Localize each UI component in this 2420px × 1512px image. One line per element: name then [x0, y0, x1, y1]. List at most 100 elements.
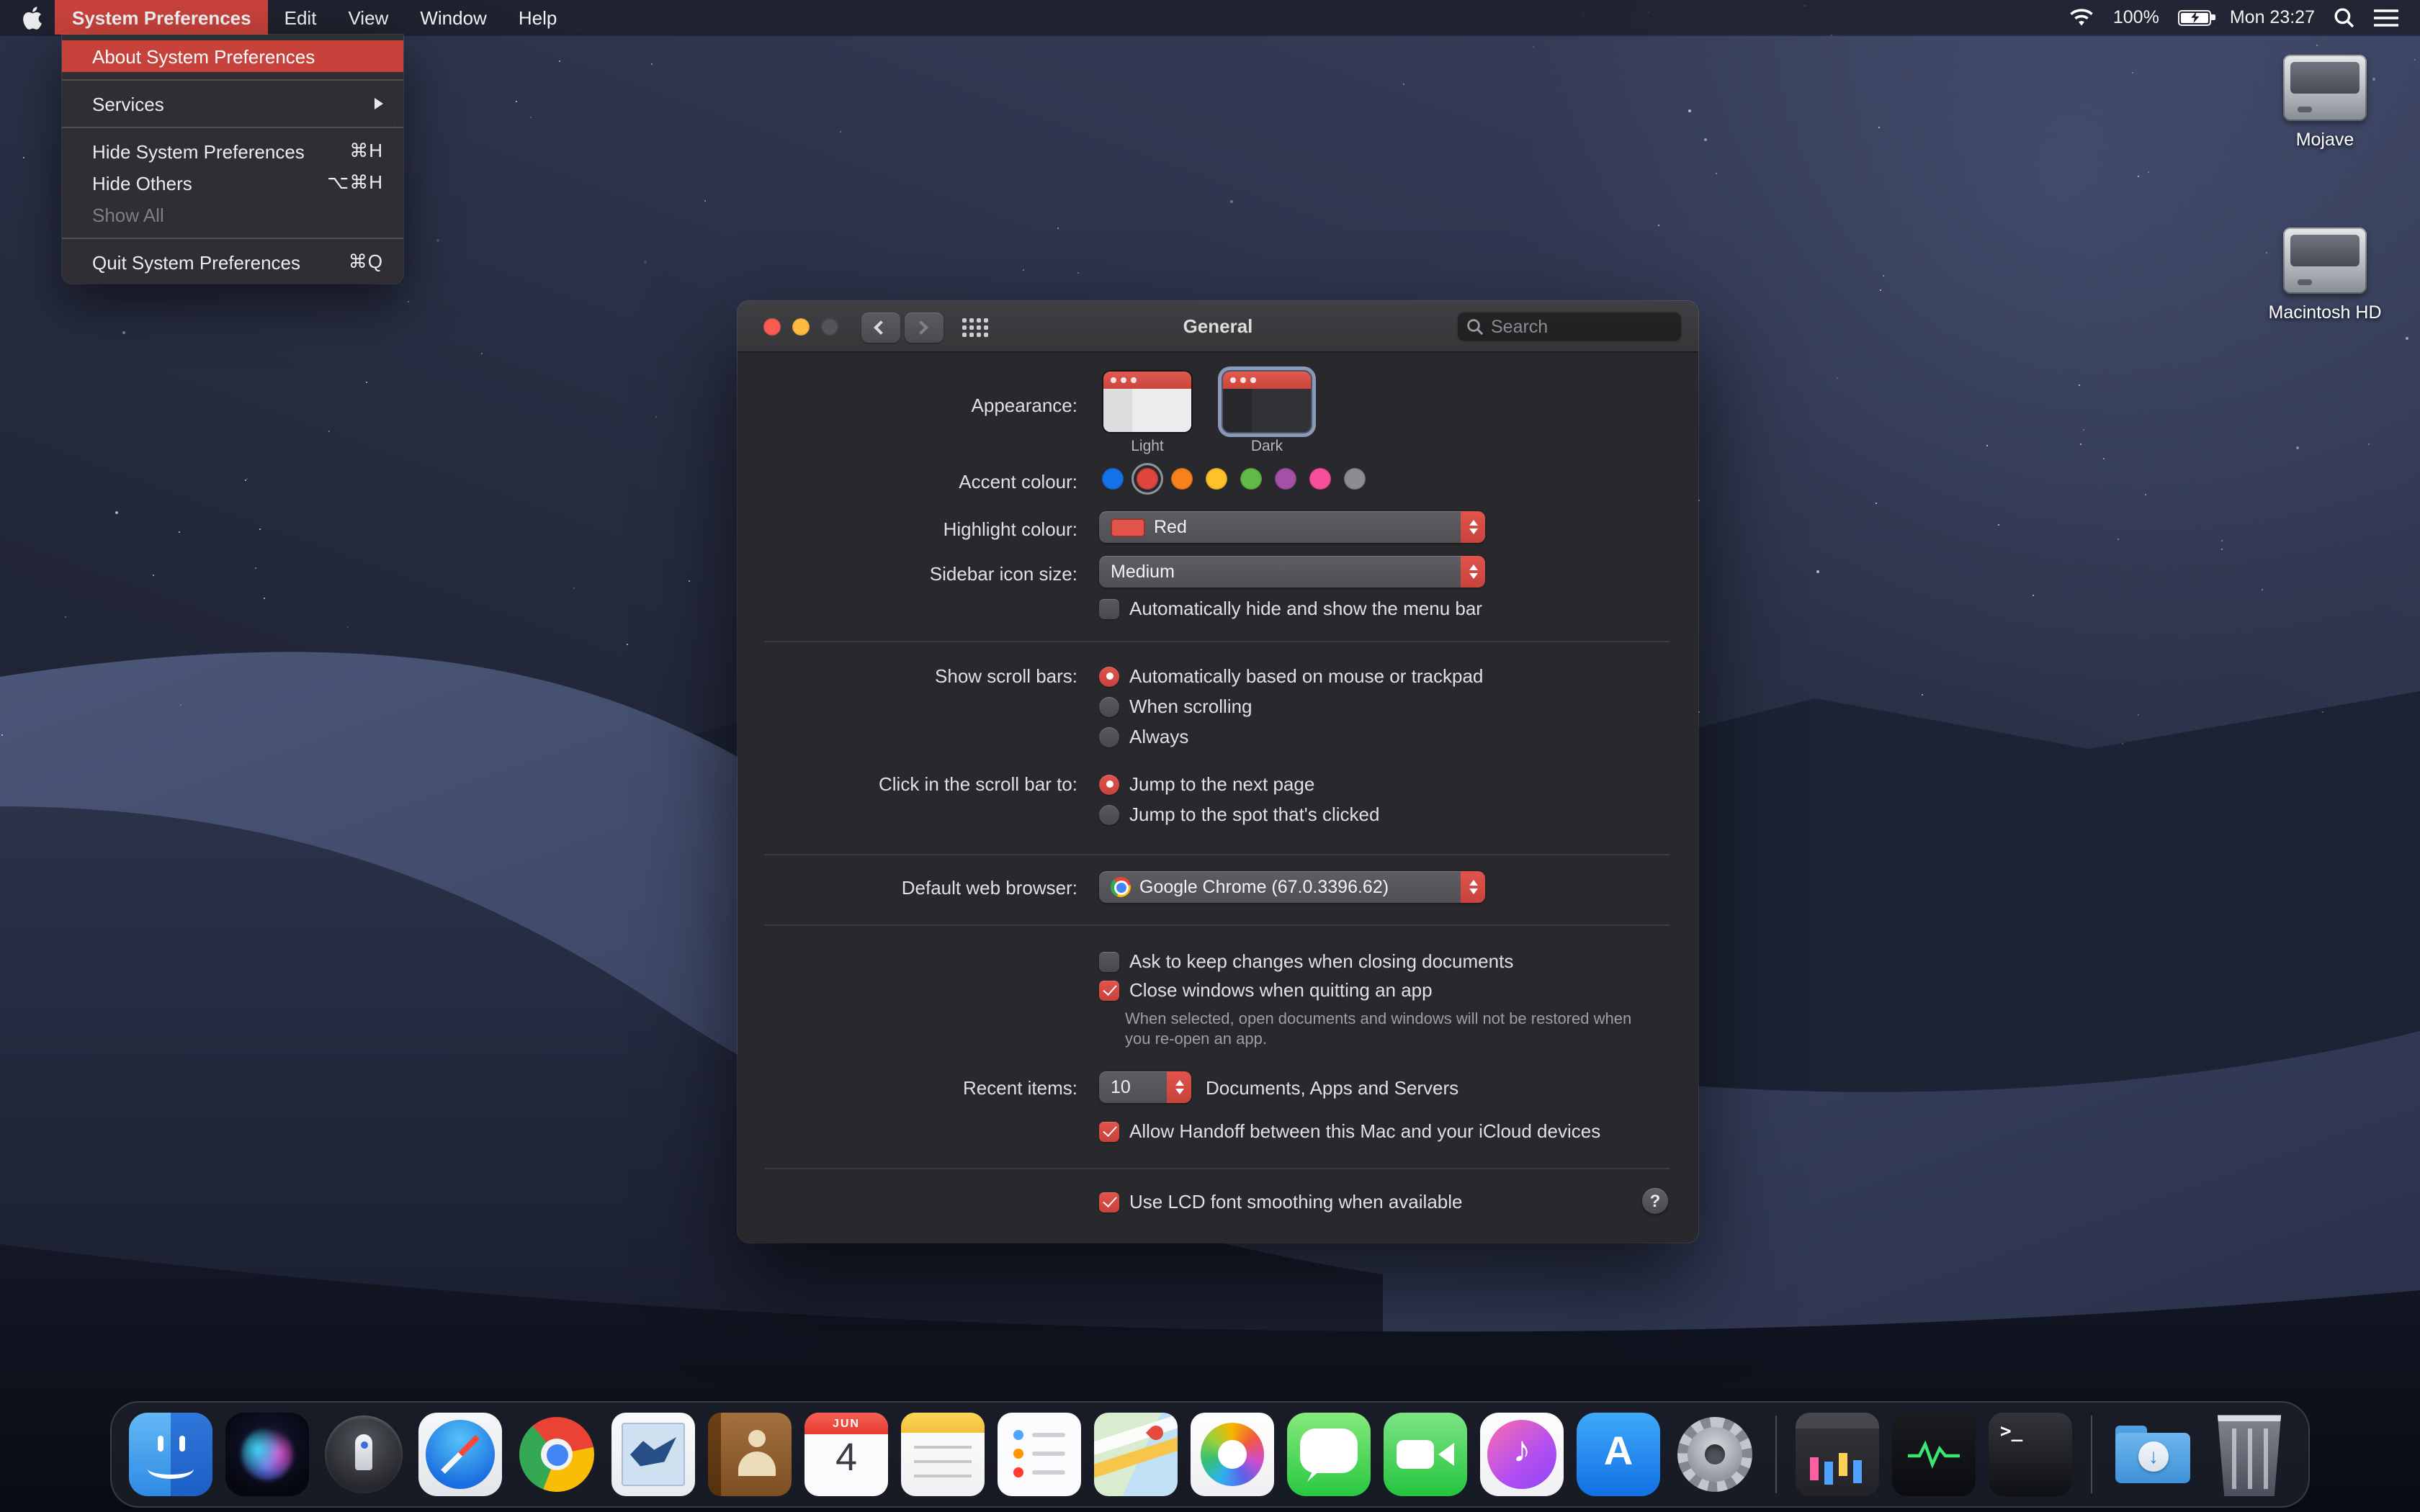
highlight-colour-select[interactable]: Red — [1099, 511, 1485, 543]
menu-separator — [62, 127, 403, 128]
radio-control — [1099, 666, 1119, 686]
accent-color-purple[interactable] — [1275, 468, 1296, 490]
divider — [765, 924, 1670, 926]
menu-item-show-all: Show All — [62, 199, 403, 230]
menu-edit[interactable]: Edit — [269, 0, 333, 35]
checkbox-control — [1099, 951, 1119, 971]
checkbox-close-windows[interactable]: Close windows when quitting an app — [1099, 978, 1433, 1002]
menu-item-hide-app[interactable]: Hide System Preferences⌘H — [62, 135, 403, 167]
dock-siri-icon[interactable] — [225, 1413, 309, 1496]
radio-jump-to-spot[interactable]: Jump to the spot that's clicked — [1099, 802, 1380, 827]
menu-item-about[interactable]: About System Preferences — [62, 40, 403, 72]
dock-chrome-icon[interactable] — [515, 1413, 599, 1496]
radio-control — [1099, 804, 1119, 824]
appearance-option-dark[interactable] — [1223, 372, 1311, 432]
title-bar[interactable]: General — [738, 301, 1698, 353]
checkbox-label: Ask to keep changes when closing documen… — [1129, 950, 1513, 972]
search-input[interactable] — [1491, 317, 1672, 337]
dock-app-store-icon[interactable]: A — [1577, 1413, 1660, 1496]
checkbox-lcd-smoothing[interactable]: Use LCD font smoothing when available — [1099, 1189, 1463, 1214]
accent-color-pink[interactable] — [1309, 468, 1331, 490]
notification-center-icon[interactable] — [2374, 8, 2398, 27]
help-button[interactable]: ? — [1642, 1188, 1668, 1214]
recent-items-label: Recent items: — [738, 1076, 1077, 1100]
dock-photos-icon[interactable] — [1191, 1413, 1274, 1496]
sidebar-icon-size-label: Sidebar icon size: — [738, 562, 1077, 586]
menu-item-services[interactable]: Services — [62, 88, 403, 120]
checkbox-allow-handoff[interactable]: Allow Handoff between this Mac and your … — [1099, 1119, 1600, 1143]
menu-system-preferences[interactable]: System Preferences — [55, 0, 269, 35]
desktop-icon-macintosh-hd[interactable]: Macintosh HD — [2238, 228, 2411, 323]
dock-facetime-icon[interactable] — [1384, 1413, 1467, 1496]
menu-help[interactable]: Help — [503, 0, 573, 35]
dock-charts-app-icon[interactable] — [1796, 1413, 1879, 1496]
dock-system-preferences-icon[interactable] — [1673, 1413, 1757, 1496]
accent-color-blue[interactable] — [1102, 468, 1124, 490]
accent-color-green[interactable] — [1240, 468, 1262, 490]
checkbox-control — [1099, 1192, 1119, 1212]
dock-messages-icon[interactable] — [1287, 1413, 1371, 1496]
menu-item-hide-others[interactable]: Hide Others⌥⌘H — [62, 167, 403, 199]
select-arrows-icon — [1461, 511, 1485, 543]
drive-label: Macintosh HD — [2238, 302, 2411, 323]
dock-itunes-icon[interactable]: ♪ — [1480, 1413, 1564, 1496]
dock-launchpad-icon[interactable] — [322, 1413, 405, 1496]
dock-terminal-icon[interactable]: >_ — [1989, 1413, 2072, 1496]
checkbox-hide-menu-bar[interactable]: Automatically hide and show the menu bar — [1099, 596, 1482, 621]
dock-mail-icon[interactable] — [611, 1413, 695, 1496]
dock-calendar-icon[interactable]: JUN4 — [805, 1413, 888, 1496]
close-windows-note: When selected, open documents and window… — [1125, 1009, 1632, 1050]
chrome-icon — [1111, 877, 1131, 897]
sidebar-icon-size-select[interactable]: Medium — [1099, 556, 1485, 588]
menu-view[interactable]: View — [332, 0, 404, 35]
dock-safari-icon[interactable] — [418, 1413, 502, 1496]
checkbox-label: Use LCD font smoothing when available — [1129, 1191, 1463, 1212]
search-field[interactable] — [1456, 311, 1682, 343]
show-scroll-bars-label: Show scroll bars: — [738, 664, 1077, 688]
menu-item-shortcut: ⌥⌘H — [327, 171, 383, 194]
menu-item-quit[interactable]: Quit System Preferences⌘Q — [62, 246, 403, 278]
divider — [765, 1168, 1670, 1169]
appearance-label: Appearance: — [738, 393, 1077, 418]
checkbox-label: Automatically hide and show the menu bar — [1129, 598, 1482, 619]
radio-control — [1099, 726, 1119, 747]
dock-monitor-app-icon[interactable] — [1892, 1413, 1976, 1496]
appearance-option-light[interactable] — [1103, 372, 1191, 432]
drive-label: Mojave — [2238, 130, 2411, 150]
accent-color-yellow[interactable] — [1206, 468, 1227, 490]
radio-scrollbars-when-scrolling[interactable]: When scrolling — [1099, 694, 1252, 719]
dock-reminders-icon[interactable] — [998, 1413, 1081, 1496]
checkbox-ask-keep-changes[interactable]: Ask to keep changes when closing documen… — [1099, 949, 1513, 973]
apple-menu[interactable] — [12, 0, 55, 35]
menu-window[interactable]: Window — [404, 0, 503, 35]
click-scroll-bar-label: Click in the scroll bar to: — [738, 772, 1077, 796]
radio-jump-next-page[interactable]: Jump to the next page — [1099, 772, 1314, 796]
dock-notes-icon[interactable] — [901, 1413, 985, 1496]
dock-maps-icon[interactable] — [1094, 1413, 1178, 1496]
spotlight-search-icon[interactable] — [2334, 6, 2355, 28]
radio-label: Automatically based on mouse or trackpad — [1129, 665, 1483, 687]
checkbox-control — [1099, 980, 1119, 1000]
appearance-light-label: Light — [1103, 438, 1191, 455]
battery-icon[interactable] — [2178, 9, 2211, 25]
accent-color-orange[interactable] — [1171, 468, 1193, 490]
radio-scrollbars-always[interactable]: Always — [1099, 724, 1188, 749]
accent-color-red[interactable] — [1137, 468, 1158, 490]
dock-trash-icon[interactable] — [2208, 1413, 2291, 1496]
accent-color-graphite[interactable] — [1344, 468, 1366, 490]
dock-separator — [2091, 1416, 2092, 1493]
highlight-colour-label: Highlight colour: — [738, 517, 1077, 541]
default-browser-select[interactable]: Google Chrome (67.0.3396.62) — [1099, 871, 1485, 903]
dock-contacts-icon[interactable] — [708, 1413, 792, 1496]
preferences-window: General Appearance: Light Dark Accent co… — [738, 301, 1698, 1243]
radio-scrollbars-automatic[interactable]: Automatically based on mouse or trackpad — [1099, 664, 1483, 688]
select-value: Medium — [1111, 562, 1175, 582]
dock-finder-icon[interactable] — [129, 1413, 212, 1496]
menu-bar-clock[interactable]: Mon 23:27 — [2230, 7, 2315, 27]
desktop-icon-mojave[interactable]: Mojave — [2238, 55, 2411, 150]
menu-item-label: Show All — [92, 204, 164, 225]
wifi-icon[interactable] — [2069, 8, 2094, 27]
recent-items-select[interactable]: 10 — [1099, 1071, 1191, 1103]
dock-downloads-icon[interactable]: ↓ — [2111, 1413, 2195, 1496]
submenu-arrow-icon — [375, 98, 383, 109]
